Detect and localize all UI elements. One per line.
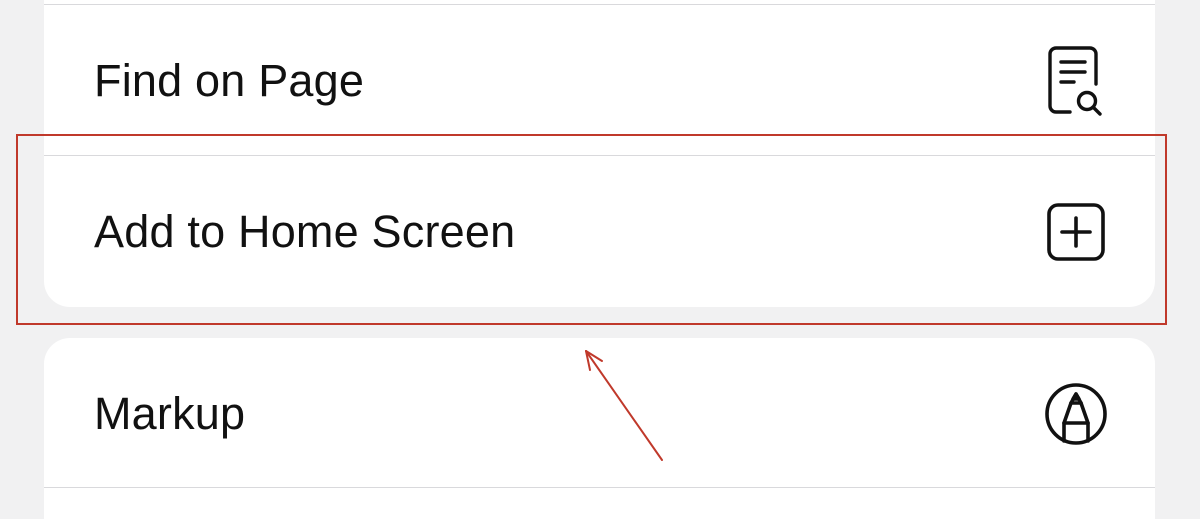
find-on-page-item[interactable]: Find on Page <box>44 5 1155 156</box>
menu-group-1: Find on Page Add to Home Screen <box>44 0 1155 307</box>
add-square-icon <box>1041 197 1111 267</box>
row-separator <box>44 487 1155 488</box>
menu-group-2: Markup <box>44 338 1155 519</box>
find-on-page-icon <box>1041 45 1111 116</box>
markup-pen-icon <box>1041 379 1111 449</box>
share-sheet-menu: Find on Page Add to Home Screen Markup <box>0 0 1200 519</box>
find-on-page-label: Find on Page <box>94 54 365 106</box>
markup-label: Markup <box>94 387 246 439</box>
add-to-home-screen-label: Add to Home Screen <box>94 205 516 257</box>
markup-item[interactable]: Markup <box>44 338 1155 489</box>
add-to-home-screen-item[interactable]: Add to Home Screen <box>44 156 1155 307</box>
